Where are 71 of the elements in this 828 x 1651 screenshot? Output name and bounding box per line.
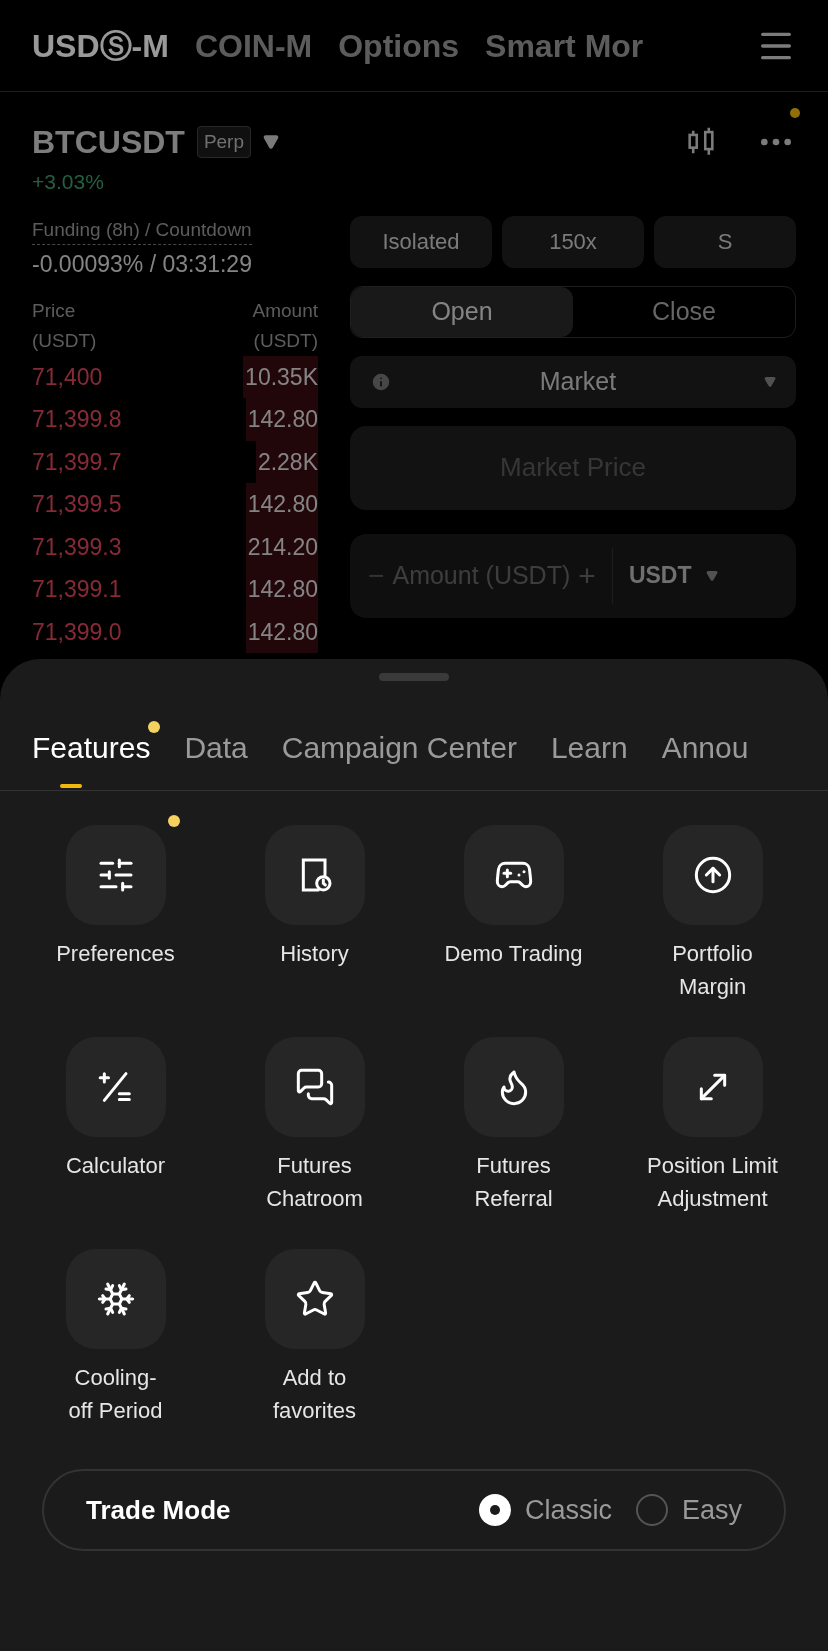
ask-price: 71,399.0 (32, 617, 122, 647)
feature-label: Futures Referral (474, 1152, 553, 1213)
feature-button[interactable] (264, 1037, 365, 1137)
tab-underline (60, 784, 83, 788)
price-change: +3.03% (32, 169, 105, 195)
feature-label: Futures Chatroom (266, 1152, 363, 1213)
ask-price: 71,399.3 (32, 532, 122, 562)
perp-badge: Perp (196, 125, 251, 159)
ask-price: 71,399.5 (32, 490, 122, 519)
market-tab[interactable]: USDⓈ-M (32, 21, 169, 70)
feature-label: Demo Trading (444, 940, 583, 968)
feature-label: Preferences (56, 940, 175, 968)
side-tab[interactable]: Close (573, 286, 795, 337)
column-header: Price (USDT) (32, 298, 97, 353)
caret-icon (764, 375, 776, 388)
feature-button[interactable] (662, 1037, 763, 1137)
ask-amount: 214.20 (245, 525, 318, 568)
order-type-select[interactable]: Market (350, 355, 796, 408)
feature-label: Portfolio Margin (672, 940, 753, 1001)
feature-button[interactable] (65, 1249, 166, 1349)
sheet-tab[interactable]: Campaign Center (281, 725, 517, 784)
feature-button[interactable] (463, 1037, 564, 1137)
margin-setting-button[interactable]: Isolated (350, 215, 492, 268)
symbol-name[interactable]: BTCUSDT (32, 118, 185, 166)
sheet-tab[interactable]: Annou (661, 725, 749, 784)
funding-value: -0.00093% / 03:31:29 (32, 250, 253, 279)
radio[interactable] (635, 1494, 668, 1526)
ask-amount: 142.80 (245, 610, 318, 653)
ask-amount: 142.80 (245, 568, 318, 611)
feature-button[interactable] (264, 825, 365, 925)
funding-label[interactable]: Funding (8h) / Countdown (32, 215, 252, 245)
feature-button[interactable] (463, 825, 564, 925)
ask-price: 71,399.1 (32, 575, 122, 604)
star-icon (294, 1279, 335, 1319)
margin-setting-button[interactable]: S (654, 215, 796, 268)
ask-price: 71,399.7 (32, 447, 122, 477)
sheet-tab[interactable]: Learn (550, 725, 628, 784)
sheet-tab[interactable]: Data (184, 725, 248, 784)
ask-price: 71,399.8 (32, 405, 122, 434)
trade-mode-option[interactable]: Classic (478, 1489, 612, 1531)
feature-label: Cooling- off Period (68, 1364, 163, 1425)
ask-amount: 2.28K (255, 440, 318, 483)
feature-button[interactable] (65, 825, 166, 925)
unit-select[interactable]: USDT (628, 558, 692, 593)
dropdown-caret-icon[interactable] (263, 134, 279, 150)
ask-amount: 10.35K (243, 355, 318, 398)
feature-label: Add to favorites (272, 1364, 357, 1425)
trade-mode-option[interactable]: Easy (635, 1489, 742, 1531)
feature-button[interactable] (662, 825, 763, 925)
sheet-tab[interactable]: Features (32, 725, 151, 784)
feature-label: History (280, 940, 349, 968)
arrow-up-circle-icon (692, 855, 733, 895)
feature-button[interactable] (264, 1249, 365, 1349)
feature-label: Calculator (65, 1152, 165, 1180)
feature-button[interactable] (65, 1037, 166, 1137)
market-tab[interactable]: COIN-M (194, 21, 313, 70)
chat-bubbles-icon (294, 1067, 335, 1107)
feature-label: Position Limit Adjustment (647, 1152, 778, 1213)
market-tab[interactable]: Smart Mor (485, 21, 644, 70)
ask-amount: 142.80 (245, 398, 318, 441)
margin-setting-button[interactable]: 150x (502, 215, 644, 268)
trade-mode-label: Trade Mode (86, 1493, 231, 1527)
market-tab[interactable]: Options (338, 21, 460, 70)
ask-price: 71,400 (32, 362, 103, 392)
caret-icon (705, 569, 718, 582)
ask-amount: 142.80 (245, 483, 318, 526)
drag-handle[interactable] (379, 673, 449, 681)
snowflake-icon (95, 1279, 136, 1319)
column-header: Amount (USDT) (252, 298, 318, 353)
radio[interactable] (478, 1494, 511, 1526)
side-tab[interactable]: Open (351, 286, 573, 337)
